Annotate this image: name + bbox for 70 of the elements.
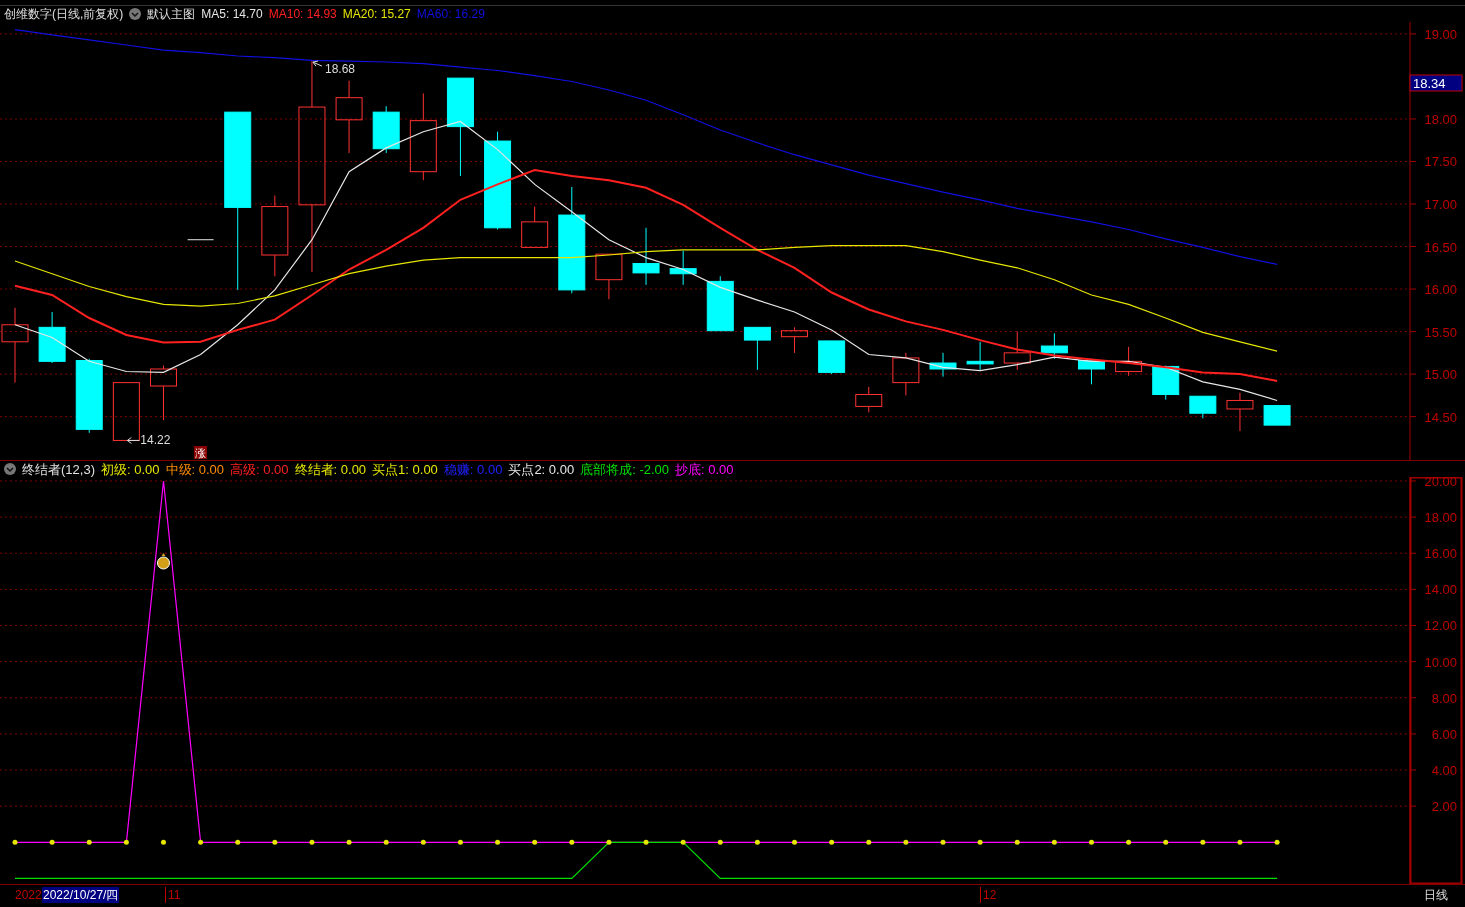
legend-value: 高级: 0.00: [230, 462, 289, 476]
candlestick: [150, 365, 177, 421]
candlestick: [1189, 395, 1217, 419]
candlestick: [595, 253, 623, 300]
money-bag-icon: [157, 553, 170, 570]
candlestick: [929, 352, 957, 378]
legend-value: 初级: 0.00: [100, 462, 160, 476]
axis-label: 17.50: [1424, 154, 1457, 170]
axis-label: 17.00: [1424, 197, 1457, 212]
legend-value: MA60: 16.29: [416, 8, 485, 20]
indicator-title: 终结者(12,3): [22, 462, 95, 476]
candlestick: [1263, 405, 1291, 426]
candlestick: [1040, 332, 1068, 360]
axis-label: 12.00: [1424, 618, 1457, 634]
legend-value: 终结者: 0.00: [294, 462, 367, 476]
stock-title: 创维数字(日线,前复权): [4, 8, 124, 20]
legend-value: MA10: 14.93: [268, 8, 337, 20]
dropdown-icon[interactable]: [4, 463, 16, 475]
candlestick: [187, 239, 215, 241]
axis-label: 20.00: [1424, 477, 1457, 489]
candlestick: [112, 382, 140, 441]
axis-label: 19.00: [1424, 26, 1457, 42]
date-label: 12: [980, 887, 997, 903]
candlestick: [1115, 346, 1143, 377]
cursor-date: 2022/10/27/四: [42, 887, 120, 903]
axis-label: 16.50: [1424, 239, 1457, 255]
axis-label: 4.00: [1431, 763, 1457, 778]
candlestick: [743, 326, 771, 371]
candlestick: [1078, 358, 1105, 385]
candlestick: [1226, 392, 1254, 432]
axis-label: 14.50: [1424, 409, 1457, 425]
axis-label: 10.00: [1424, 654, 1457, 670]
date-label: 2022: [15, 887, 42, 903]
date-label: 11: [165, 887, 181, 903]
candlestick: [669, 250, 697, 286]
candlestick: [892, 352, 920, 396]
candlestick: [1152, 365, 1180, 401]
axis-label: 14.00: [1424, 582, 1457, 598]
rise-badge: 涨: [194, 446, 207, 459]
template-name[interactable]: 默认主图: [147, 8, 196, 20]
legend-value: MA5: 14.70: [201, 8, 263, 20]
candlestick: [966, 341, 994, 371]
candlestick: [372, 105, 400, 154]
legend-value: 稳赚: 0.00: [443, 462, 503, 476]
candlestick: [781, 326, 808, 354]
candlestick: [855, 386, 883, 413]
axis-label: 6.00: [1431, 726, 1457, 742]
candlestick: [521, 206, 549, 248]
candlestick: [706, 275, 734, 332]
legend-value: 底部将成: -2.00: [580, 462, 669, 476]
legend-value: MA20: 15.27: [342, 8, 411, 20]
axis-label: 16.00: [1424, 546, 1457, 562]
current-price-tag: 18.34: [1409, 74, 1463, 92]
axis-label: 18.00: [1424, 510, 1457, 526]
legend-value: 买点1: 0.00: [372, 462, 438, 476]
legend-value: 买点2: 0.00: [508, 462, 575, 476]
dropdown-icon[interactable]: [129, 8, 142, 20]
legend-value: 抄底: 0.00: [675, 462, 734, 476]
candlestick: [38, 311, 66, 364]
axis-label: 15.50: [1424, 324, 1457, 340]
axis-label: 16.00: [1424, 282, 1457, 298]
candlestick: [632, 227, 660, 286]
axis-label: 2.00: [1431, 799, 1457, 815]
axis-label: 8.00: [1431, 690, 1457, 706]
legend-value: 中级: 0.00: [165, 462, 225, 476]
axis-label: 15.00: [1424, 367, 1457, 383]
axis-label: 18.00: [1424, 111, 1457, 127]
period-label[interactable]: 日线: [1424, 887, 1448, 903]
candlestick: [818, 340, 846, 375]
candlestick: [1003, 331, 1031, 371]
